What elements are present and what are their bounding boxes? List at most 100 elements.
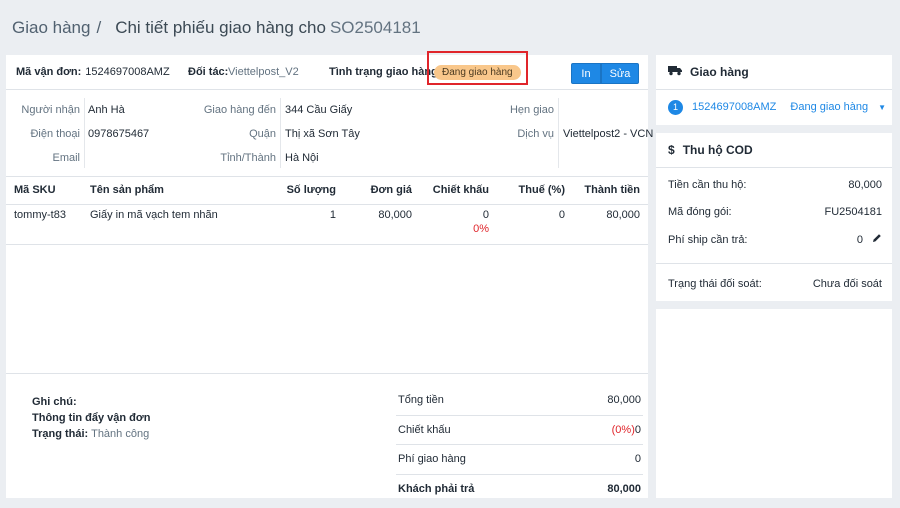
notes-block: Ghi chú: Thông tin đẩy vận đơn Trạng thá… xyxy=(32,394,150,442)
cod-package-value: FU2504181 xyxy=(824,206,883,219)
summary-customer-pays-label: Khách phải trả xyxy=(398,483,475,496)
delivery-topbar: Mã vận đơn: 1524697008AMZ Đối tác: Viett… xyxy=(6,51,648,90)
row-product-name: Giấy in mã vạch tem nhãn xyxy=(82,204,252,245)
order-summary: Tổng tiền 80,000 Chiết khấu (0%)0 Phí gi… xyxy=(396,386,643,504)
cod-reconcile-value: Chưa đối soát xyxy=(812,277,882,290)
caret-down-icon[interactable]: ▼ xyxy=(878,103,886,112)
divider xyxy=(558,98,559,168)
summary-discount-value-group: (0%)0 xyxy=(612,424,641,436)
cod-shipfee-row: Phí ship cần trả: 0 xyxy=(656,226,892,254)
note-label: Ghi chú: xyxy=(32,396,77,408)
recipient-label: Người nhận xyxy=(21,104,80,116)
row-discount: 0 0% xyxy=(420,204,497,245)
page-title: Chi tiết phiếu giao hàng cho xyxy=(115,17,326,37)
waybill-push-info: Thông tin đẩy vận đơn xyxy=(32,412,151,424)
summary-shipping-row: Phí giao hàng 0 xyxy=(396,445,643,475)
table-row: tommy-t83 Giấy in mã vạch tem nhãn 1 80,… xyxy=(6,204,648,245)
summary-customer-pays-value: 80,000 xyxy=(607,483,641,496)
cod-card-title: Thu hộ COD xyxy=(682,143,753,157)
table-header-row: Mã SKU Tên sản phẩm Số lượng Đơn giá Chi… xyxy=(6,177,648,205)
cod-collect-label: Tiền cần thu hộ: xyxy=(668,178,747,191)
row-sku[interactable]: tommy-t83 xyxy=(6,204,82,245)
cod-card: $ Thu hộ COD Tiền cần thu hộ: 80,000 Mã … xyxy=(656,133,892,301)
row-discount-percent: 0% xyxy=(473,222,489,235)
row-discount-value: 0 xyxy=(482,208,489,221)
waybill-value: 1524697008AMZ xyxy=(85,66,170,78)
page-header: Giao hàng / Chi tiết phiếu giao hàng cho… xyxy=(0,0,892,55)
summary-discount-value: 0 xyxy=(634,423,641,436)
sidebar-empty-panel xyxy=(656,309,892,498)
summary-discount-label: Chiết khấu xyxy=(398,423,451,436)
order-footer: Ghi chú: Thông tin đẩy vận đơn Trạng thá… xyxy=(6,373,648,498)
cod-package-label: Mã đóng gói: xyxy=(668,206,732,219)
col-tax: Thuế (%) xyxy=(497,177,573,205)
cod-reconcile-row: Trạng thái đối soát: Chưa đối soát xyxy=(656,264,892,304)
divider xyxy=(84,98,85,168)
push-state-label: Trạng thái: xyxy=(32,428,89,440)
pencil-icon[interactable] xyxy=(872,234,882,246)
email-label: Email xyxy=(52,152,80,164)
print-button[interactable]: In xyxy=(571,63,601,84)
cod-reconcile-label: Trạng thái đối soát: xyxy=(668,277,762,290)
shipment-entry[interactable]: 1 1524697008AMZ Đang giao hàng ▼ xyxy=(656,90,892,124)
shipping-card: Giao hàng 1 1524697008AMZ Đang giao hàng… xyxy=(656,55,892,125)
address-label: Giao hàng đến xyxy=(203,104,276,116)
summary-total-row: Tổng tiền 80,000 xyxy=(396,386,643,416)
delivery-status-label: Tình trạng giao hàng xyxy=(329,66,438,78)
cod-package-row: Mã đóng gói: FU2504181 xyxy=(656,199,892,227)
district-value: Thị xã Sơn Tây xyxy=(285,128,360,140)
service-label: Dịch vụ xyxy=(517,128,554,140)
truck-icon xyxy=(668,65,682,79)
shipment-status: Đang giao hàng xyxy=(790,101,869,113)
phone-value: 0978675467 xyxy=(88,128,150,140)
phone-label: Điện thoại xyxy=(30,128,80,140)
divider xyxy=(280,98,281,168)
col-quantity: Số lượng xyxy=(252,177,344,205)
breadcrumb-delivery[interactable]: Giao hàng xyxy=(12,18,90,38)
summary-shipping-label: Phí giao hàng xyxy=(398,453,466,466)
summary-total-label: Tổng tiền xyxy=(398,394,444,407)
cod-shipfee-label: Phí ship cần trả: xyxy=(668,233,748,246)
row-quantity: 1 xyxy=(252,204,344,245)
cod-card-header: $ Thu hộ COD xyxy=(656,133,892,168)
partner-label: Đối tác: xyxy=(188,66,229,78)
col-unit-price: Đơn giá xyxy=(344,177,420,205)
col-product-name: Tên sản phẩm xyxy=(82,177,252,205)
status-highlight-box xyxy=(427,51,528,85)
shipping-card-header: Giao hàng xyxy=(656,55,892,90)
partner-value: Viettelpost_V2 xyxy=(228,66,299,78)
shipment-waybill-link[interactable]: 1524697008AMZ xyxy=(692,101,776,113)
row-tax: 0 xyxy=(497,204,573,245)
summary-shipping-value: 0 xyxy=(634,453,641,466)
col-discount: Chiết khấu xyxy=(420,177,497,205)
col-sku: Mã SKU xyxy=(6,177,82,205)
cod-shipfee-group: 0 xyxy=(857,233,882,246)
shipment-step-number: 1 xyxy=(668,99,683,115)
appointment-label: Hẹn giao xyxy=(509,104,554,116)
row-total: 80,000 xyxy=(573,204,648,245)
summary-discount-row: Chiết khấu (0%)0 xyxy=(396,416,643,445)
district-label: Quận xyxy=(249,128,276,140)
province-label: Tỉnh/Thành xyxy=(220,152,276,164)
edit-button[interactable]: Sửa xyxy=(601,63,639,84)
summary-total-value: 80,000 xyxy=(607,394,641,407)
province-value: Hà Nội xyxy=(285,152,319,164)
recipient-info: Người nhận Anh Hà Điện thoại 0978675467 … xyxy=(6,90,653,177)
dollar-icon: $ xyxy=(668,143,675,157)
push-state-value: Thành công xyxy=(91,428,150,440)
summary-customer-pays-row: Khách phải trả 80,000 xyxy=(396,475,643,505)
cod-collect-value: 80,000 xyxy=(848,178,882,191)
product-table: Mã SKU Tên sản phẩm Số lượng Đơn giá Chi… xyxy=(6,177,648,245)
row-unit-price: 80,000 xyxy=(344,204,420,245)
summary-discount-percent: (0%) xyxy=(611,423,635,436)
right-sidebar: Giao hàng 1 1524697008AMZ Đang giao hàng… xyxy=(656,55,892,498)
shipping-card-title: Giao hàng xyxy=(690,65,749,79)
push-state: Trạng thái: Thành công xyxy=(32,426,150,442)
cod-details: Tiền cần thu hộ: 80,000 Mã đóng gói: FU2… xyxy=(656,168,892,304)
col-total: Thành tiền xyxy=(573,177,648,205)
waybill-label: Mã vận đơn: xyxy=(16,66,82,78)
service-value: Viettelpost2 - VCN xyxy=(563,128,654,140)
order-code: SO2504181 xyxy=(329,17,421,37)
cod-shipfee-value: 0 xyxy=(856,234,863,247)
recipient-value: Anh Hà xyxy=(88,104,125,116)
